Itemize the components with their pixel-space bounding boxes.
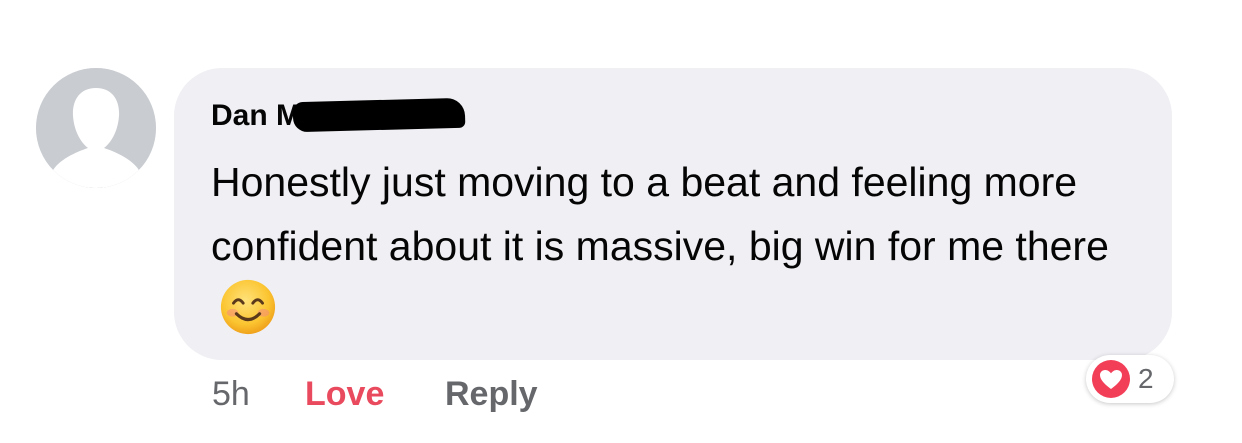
avatar[interactable] xyxy=(36,68,156,188)
reaction-summary[interactable]: 2 xyxy=(1086,355,1174,403)
comment-timestamp[interactable]: 5h xyxy=(212,372,250,416)
love-reaction-button[interactable]: Love xyxy=(305,372,384,416)
comment-author[interactable]: Dan M xyxy=(211,98,301,134)
love-reaction-icon xyxy=(1092,360,1130,398)
smiling-face-emoji-icon xyxy=(219,278,277,354)
comment-body: Honestly just moving to a beat and feeli… xyxy=(211,150,1156,354)
reaction-count: 2 xyxy=(1138,363,1154,394)
default-profile-icon xyxy=(36,68,156,188)
reply-button[interactable]: Reply xyxy=(445,372,538,416)
comment-text: Honestly just moving to a beat and feeli… xyxy=(211,159,1109,269)
redaction-mark xyxy=(292,97,466,133)
